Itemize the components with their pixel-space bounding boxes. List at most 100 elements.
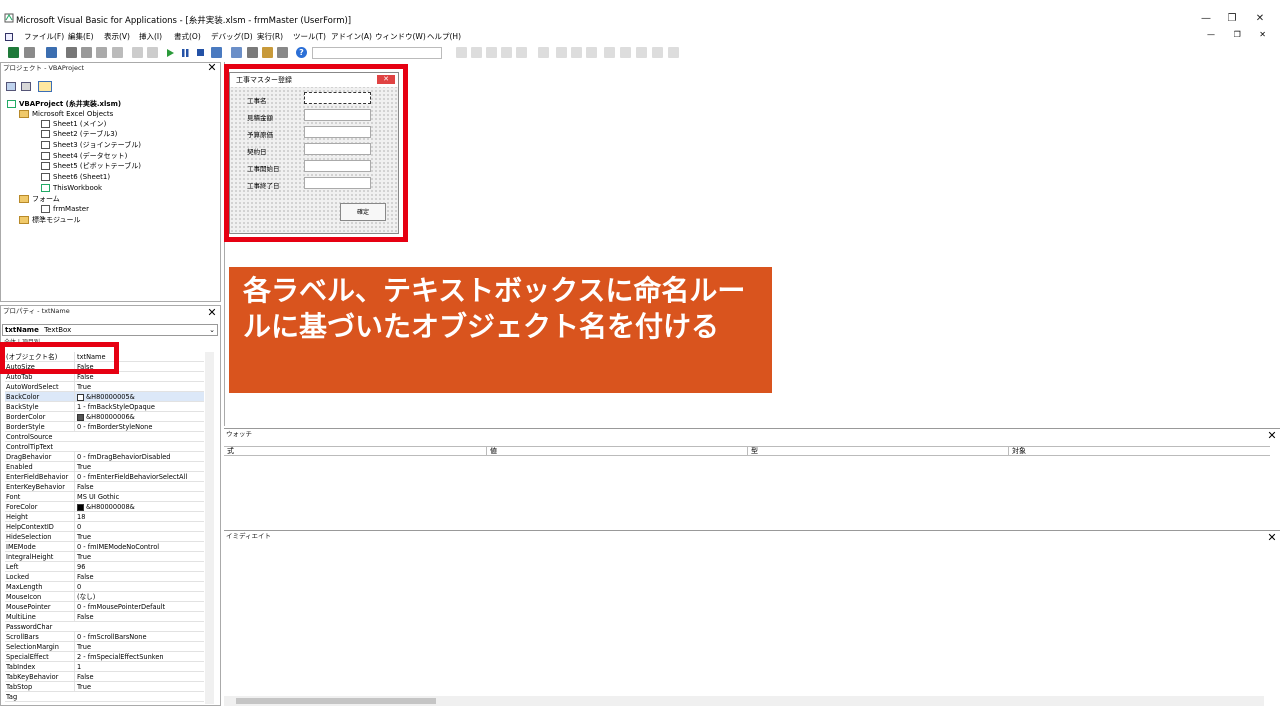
copy-icon[interactable] xyxy=(81,47,92,58)
menu-format[interactable]: 書式(O) xyxy=(174,30,201,44)
scroll-thumb[interactable] xyxy=(236,698,436,704)
menu-window[interactable]: ウィンドウ(W) xyxy=(375,30,426,44)
property-value[interactable]: &H80000006& xyxy=(74,412,204,422)
property-value[interactable]: True xyxy=(74,682,204,692)
property-value[interactable]: 0 - fmIMEModeNoControl xyxy=(74,542,204,552)
property-row[interactable]: ControlTipText xyxy=(5,442,204,452)
project-explorer-icon[interactable] xyxy=(231,47,242,58)
tree-item-sheet3[interactable]: Sheet3 (ジョインテーブル) xyxy=(41,140,141,150)
col-type[interactable]: 型 xyxy=(747,447,758,456)
properties-window-icon[interactable] xyxy=(247,47,258,58)
restore-button[interactable]: ❐ xyxy=(1222,12,1242,26)
excel-view-icon[interactable] xyxy=(8,47,19,58)
quick-info-icon[interactable] xyxy=(516,47,527,58)
property-row[interactable]: Enabled True xyxy=(5,462,204,472)
property-row[interactable]: HelpContextID 0 xyxy=(5,522,204,532)
tree-item-sheet6[interactable]: Sheet6 (Sheet1) xyxy=(41,172,110,182)
toggle-breakpoint-icon[interactable] xyxy=(538,47,549,58)
property-value[interactable]: 1 - fmBackStyleOpaque xyxy=(74,402,204,412)
indent-icon[interactable] xyxy=(456,47,467,58)
property-row[interactable]: AutoWordSelect True xyxy=(5,382,204,392)
immediate-window[interactable]: イミディエイト ✕ xyxy=(224,530,1280,710)
tree-folder-forms[interactable]: フォーム xyxy=(19,194,60,204)
property-value[interactable]: 0 - fmMousePointerDefault xyxy=(74,602,204,612)
close-button[interactable]: ✕ xyxy=(1250,12,1270,26)
col-context[interactable]: 対象 xyxy=(1008,447,1026,456)
property-value[interactable]: 0 - fmDragBehaviorDisabled xyxy=(74,452,204,462)
property-value[interactable]: 0 xyxy=(74,522,204,532)
property-row[interactable]: TabIndex 1 xyxy=(5,662,204,672)
property-row[interactable]: BackStyle 1 - fmBackStyleOpaque xyxy=(5,402,204,412)
property-row[interactable]: MouseIcon (なし) xyxy=(5,592,204,602)
comment-block-icon[interactable] xyxy=(556,47,567,58)
property-row[interactable]: HideSelection True xyxy=(5,532,204,542)
menu-run[interactable]: 実行(R) xyxy=(257,30,283,44)
clear-bookmarks-icon[interactable] xyxy=(636,47,647,58)
close-icon[interactable]: ✕ xyxy=(206,62,218,74)
tree-item-thisworkbook[interactable]: ThisWorkbook xyxy=(41,183,102,193)
design-mode-icon[interactable] xyxy=(211,47,222,58)
property-row[interactable]: SpecialEffect 2 - fmSpecialEffectSunken xyxy=(5,652,204,662)
menu-debug[interactable]: デバッグ(D) xyxy=(211,30,253,44)
close-icon[interactable]: ✕ xyxy=(206,307,218,319)
view-code-icon[interactable] xyxy=(6,82,16,91)
tree-folder-modules[interactable]: 標準モジュール xyxy=(19,215,81,225)
property-value[interactable]: 2 - fmSpecialEffectSunken xyxy=(74,652,204,662)
property-row[interactable]: IMEMode 0 - fmIMEModeNoControl xyxy=(5,542,204,552)
reset-icon[interactable] xyxy=(196,48,205,60)
tree-item-frmmaster[interactable]: frmMaster xyxy=(41,204,89,214)
property-row[interactable]: SelectionMargin True xyxy=(5,642,204,652)
tree-item-sheet2[interactable]: Sheet2 (テーブル3) xyxy=(41,129,117,139)
property-value[interactable]: True xyxy=(74,532,204,542)
toolbox-icon[interactable] xyxy=(277,47,288,58)
close-icon[interactable]: ✕ xyxy=(1266,532,1278,544)
tree-item-sheet4[interactable]: Sheet4 (データセット) xyxy=(41,151,127,161)
menu-addins[interactable]: アドイン(A) xyxy=(331,30,372,44)
property-value[interactable]: True xyxy=(74,462,204,472)
property-row[interactable]: EnterFieldBehavior 0 - fmEnterFieldBehavi… xyxy=(5,472,204,482)
outdent-icon[interactable] xyxy=(471,47,482,58)
property-row[interactable]: Font MS UI Gothic xyxy=(5,492,204,502)
property-value[interactable]: 1 xyxy=(74,662,204,672)
property-value[interactable]: False xyxy=(74,572,204,582)
property-value[interactable]: 18 xyxy=(74,512,204,522)
property-row[interactable]: Left 96 xyxy=(5,562,204,572)
next-bookmark-icon[interactable] xyxy=(604,47,615,58)
mdi-window-controls[interactable]: — ❐ ✕ xyxy=(1207,30,1274,39)
property-row[interactable]: Height 18 xyxy=(5,512,204,522)
minimize-button[interactable]: — xyxy=(1196,12,1216,26)
property-row[interactable]: BackColor &H80000005& xyxy=(5,392,204,402)
menu-help[interactable]: ヘルプ(H) xyxy=(427,30,461,44)
object-browser-icon[interactable] xyxy=(262,47,273,58)
tree-root[interactable]: VBAProject (糸井実装.xlsm) xyxy=(7,99,121,109)
cut-icon[interactable] xyxy=(66,47,77,58)
property-row[interactable]: Locked False xyxy=(5,572,204,582)
view-object-icon[interactable] xyxy=(21,82,31,91)
property-value[interactable]: False xyxy=(74,612,204,622)
horizontal-scrollbar[interactable] xyxy=(224,696,1264,706)
property-row[interactable]: ScrollBars 0 - fmScrollBarsNone xyxy=(5,632,204,642)
col-expression[interactable]: 式 xyxy=(224,447,234,456)
property-row[interactable]: BorderColor &H80000006& xyxy=(5,412,204,422)
help-icon[interactable]: ? xyxy=(296,47,307,58)
property-row[interactable]: BorderStyle 0 - fmBorderStyleNone xyxy=(5,422,204,432)
property-value[interactable]: 0 - fmScrollBarsNone xyxy=(74,632,204,642)
property-row[interactable]: MousePointer 0 - fmMousePointerDefault xyxy=(5,602,204,612)
property-value[interactable]: &H80000008& xyxy=(74,502,204,512)
menu-edit[interactable]: 編集(E) xyxy=(68,30,94,44)
menu-insert[interactable]: 挿入(I) xyxy=(139,30,162,44)
tree-item-sheet5[interactable]: Sheet5 (ピボットテーブル) xyxy=(41,161,141,171)
property-value[interactable]: False xyxy=(74,482,204,492)
property-row[interactable]: ControlSource xyxy=(5,432,204,442)
property-row[interactable]: TabKeyBehavior False xyxy=(5,672,204,682)
property-value[interactable]: True xyxy=(74,642,204,652)
document-icon[interactable] xyxy=(5,33,13,41)
tree-folder-objects[interactable]: Microsoft Excel Objects xyxy=(19,109,113,119)
undo-icon[interactable] xyxy=(132,47,143,58)
close-icon[interactable]: ✕ xyxy=(1266,430,1278,442)
property-row[interactable]: EnterKeyBehavior False xyxy=(5,482,204,492)
property-scrollbar[interactable] xyxy=(205,352,214,704)
uncomment-block-icon[interactable] xyxy=(571,47,582,58)
property-value[interactable]: (なし) xyxy=(74,592,204,602)
tree-item-sheet1[interactable]: Sheet1 (メイン) xyxy=(41,119,106,129)
